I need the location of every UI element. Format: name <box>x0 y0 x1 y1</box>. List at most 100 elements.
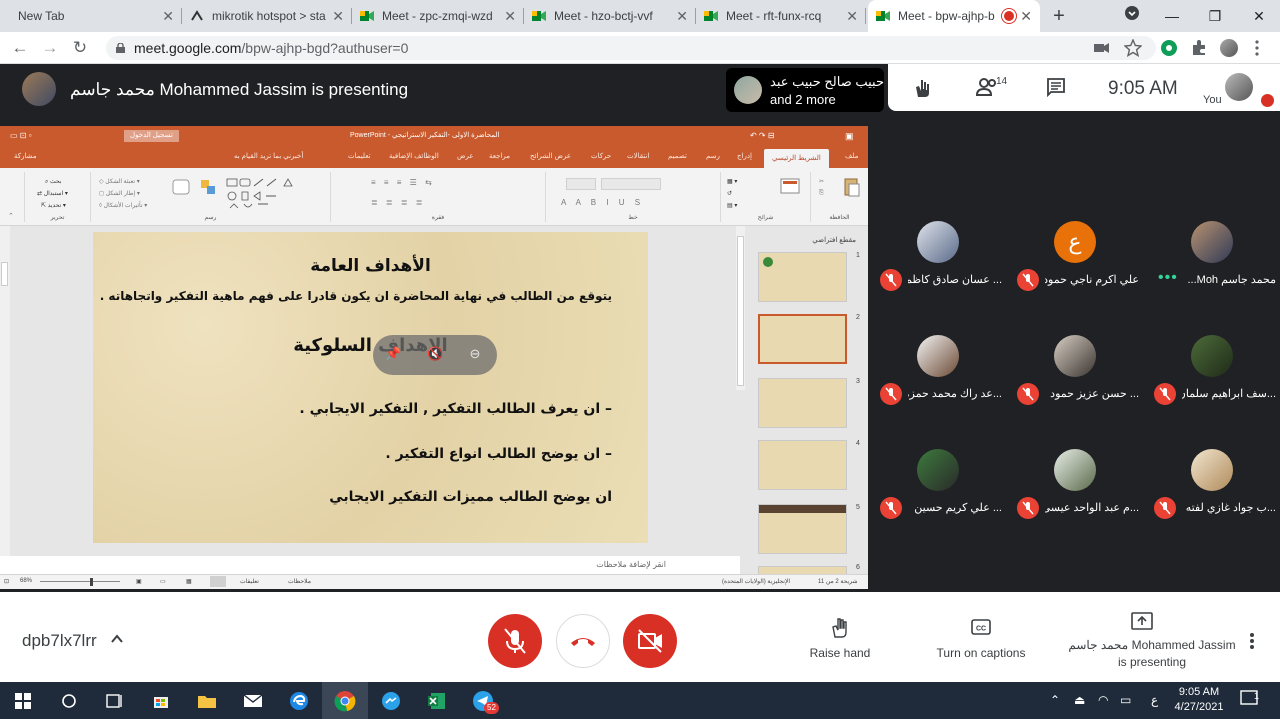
battery-icon[interactable]: ▭ <box>1120 693 1131 719</box>
leave-call-button[interactable] <box>556 614 610 668</box>
ppt-share[interactable]: مشاركة <box>14 152 37 160</box>
ppt-tab-design[interactable]: تصميم <box>668 152 687 160</box>
file-explorer-icon[interactable] <box>184 682 230 719</box>
extension-icon[interactable] <box>1160 39 1178 57</box>
start-windows-icon[interactable] <box>0 682 46 719</box>
participant-tile[interactable]: ...عد راك محمد حمزه <box>870 298 1006 405</box>
bookmark-star-icon[interactable] <box>1123 38 1143 57</box>
notes-pane[interactable]: انقر لإضافة ملاحظات <box>0 556 740 574</box>
ppt-tab-file[interactable]: ملف <box>845 152 858 160</box>
messenger-icon[interactable] <box>368 682 414 719</box>
ppt-tab-transitions[interactable]: انتقالات <box>627 152 649 160</box>
participant-tile[interactable]: ... عسان صادق كاظم <box>870 184 1006 291</box>
search-circle-icon[interactable] <box>46 682 92 719</box>
ppt-tab-addins[interactable]: الوظائف الإضافية <box>389 152 439 160</box>
close-tab-icon[interactable]: ✕ <box>676 8 688 25</box>
taskbar-clock[interactable]: 9:05 AM 4/27/2021 <box>1166 685 1232 715</box>
task-view-icon[interactable] <box>92 682 138 719</box>
font-name-box[interactable] <box>601 178 661 190</box>
chat-icon[interactable] <box>1046 77 1068 99</box>
ppt-tab-insert[interactable]: إدراج <box>737 152 752 160</box>
participant-tile[interactable]: ع علي اكرم ناجي حمود <box>1007 184 1143 291</box>
tray-chevron-icon[interactable]: ⌃ <box>1050 693 1060 719</box>
chevron-up-icon[interactable] <box>110 632 124 646</box>
shape-fill-icon[interactable]: ◇ تعبئة الشكل ▾ <box>99 178 140 185</box>
ppt-tell-me[interactable]: أخبرني بما تريد القيام به <box>234 152 303 160</box>
participant-tile[interactable]: ...م عبد الواحد عيسى <box>1007 412 1143 519</box>
hand-raise-list-icon[interactable] <box>912 77 934 99</box>
reload-icon[interactable]: ↻ <box>70 38 90 58</box>
collapse-ribbon-icon[interactable]: ⌃ <box>8 212 14 220</box>
telegram-icon[interactable]: 52 <box>460 682 506 719</box>
tab-meet-3[interactable]: Meet - rft-funx-rcq ✕ <box>696 0 866 32</box>
url-field[interactable]: meet.google.com/bpw-ajhp-bgd?authuser=0 <box>106 36 1156 60</box>
status-comments[interactable]: تعليقات <box>240 578 259 585</box>
store-icon[interactable] <box>138 682 184 719</box>
shapes-gallery-icon[interactable] <box>226 178 306 212</box>
find-icon[interactable]: ⌕ بحث <box>45 178 61 186</box>
profile-avatar[interactable] <box>1220 39 1238 57</box>
remove-icon[interactable]: ⊖ <box>467 346 483 362</box>
replace-icon[interactable]: ⇄ استبدال ▾ <box>37 190 68 197</box>
ppt-tab-animations[interactable]: حركات <box>591 152 611 160</box>
tab-mikrotik[interactable]: mikrotik hotspot > sta ✕ <box>182 0 352 32</box>
close-tab-icon[interactable]: ✕ <box>1020 8 1032 25</box>
fit-slide-icon[interactable]: ⊡ <box>4 578 9 585</box>
section-icon[interactable]: ▤ ▾ <box>727 202 737 209</box>
reading-view-icon[interactable]: ▭ <box>160 578 166 585</box>
participant-tile[interactable]: ••• محمد جاسم Moh... <box>1144 184 1280 288</box>
back-arrow-icon[interactable]: ← <box>10 38 30 58</box>
input-language[interactable]: ع <box>1151 693 1158 719</box>
maximize-icon[interactable]: ❐ <box>1203 4 1227 28</box>
presenting-status[interactable]: محمد جاسم Mohammed Jassim is presenting <box>1062 637 1242 671</box>
mute-icon[interactable]: 🔇 <box>427 346 443 362</box>
captions-button[interactable]: CC Turn on captions <box>931 616 1031 660</box>
other-participants-card[interactable]: حبيب صالح حبيب عبد and 2 more <box>726 68 884 112</box>
cut-icon[interactable]: ✂ <box>819 178 824 185</box>
zoom-slider[interactable] <box>40 581 120 582</box>
ppt-tab-help[interactable]: تعليمات <box>348 152 371 160</box>
quick-styles-icon[interactable] <box>171 178 193 202</box>
raise-hand-button[interactable]: Raise hand <box>790 616 890 660</box>
ppt-tab-home[interactable]: الشريط الرئيسي <box>764 149 829 168</box>
close-tab-icon[interactable]: ✕ <box>504 8 516 25</box>
chrome-menu-icon[interactable] <box>1254 39 1260 57</box>
tray-usb-icon[interactable]: ⏏ <box>1074 693 1085 719</box>
slide-thumb-2[interactable] <box>758 314 847 364</box>
meeting-code[interactable]: dpb7lx7lrr <box>22 631 97 651</box>
tab-meet-1[interactable]: Meet - zpc-zmqi-wzd ✕ <box>352 0 524 32</box>
paste-icon[interactable] <box>843 176 861 198</box>
new-slide-icon[interactable] <box>779 176 801 198</box>
slide-thumb-4[interactable] <box>758 440 847 490</box>
left-scrollbar[interactable] <box>0 226 10 574</box>
close-tab-icon[interactable]: ✕ <box>846 8 858 25</box>
slide-thumb-5[interactable] <box>758 504 847 554</box>
layout-icon[interactable]: ▦ ▾ <box>727 178 737 185</box>
ppt-tab-slideshow[interactable]: عرض الشرائح <box>530 152 571 160</box>
reset-icon[interactable]: ↺ <box>727 190 732 197</box>
ppt-tab-view[interactable]: عرض <box>457 152 474 160</box>
slide-scrollbar[interactable] <box>736 226 745 390</box>
forward-arrow-icon[interactable]: → <box>40 38 60 58</box>
new-tab-button[interactable]: + <box>1048 4 1070 28</box>
copy-icon[interactable]: ⎘ <box>819 190 824 197</box>
ppt-tab-draw[interactable]: رسم <box>706 152 720 160</box>
participant-tile[interactable]: ... حسن عزيز حمود <box>1007 298 1143 405</box>
participant-tile[interactable]: ... علي كريم حسين <box>870 412 1006 519</box>
status-notes[interactable]: ملاحظات <box>288 578 311 585</box>
puzzle-extensions-icon[interactable] <box>1190 39 1208 57</box>
slide-thumb-1[interactable] <box>758 252 847 302</box>
select-icon[interactable]: ⇱ تحديد ▾ <box>41 202 66 209</box>
slideshow-view-icon[interactable]: ▣ <box>136 578 142 585</box>
section-label[interactable]: مقطع افتراضي <box>760 236 856 244</box>
tab-meet-active[interactable]: Meet - bpw-ajhp-b ✕ <box>868 0 1040 32</box>
font-size-box[interactable] <box>566 178 596 190</box>
shape-outline-icon[interactable]: ◻ إطار الشكل ▾ <box>99 190 140 197</box>
close-tab-icon[interactable]: ✕ <box>332 8 344 25</box>
wifi-icon[interactable]: ◠ <box>1098 693 1108 719</box>
ppt-tab-review[interactable]: مراجعة <box>489 152 510 160</box>
camera-icon[interactable] <box>1094 39 1112 57</box>
tab-new-tab[interactable]: New Tab ✕ <box>10 0 182 32</box>
zoom-slider-thumb[interactable] <box>90 578 93 586</box>
camera-toggle-button[interactable] <box>623 614 677 668</box>
